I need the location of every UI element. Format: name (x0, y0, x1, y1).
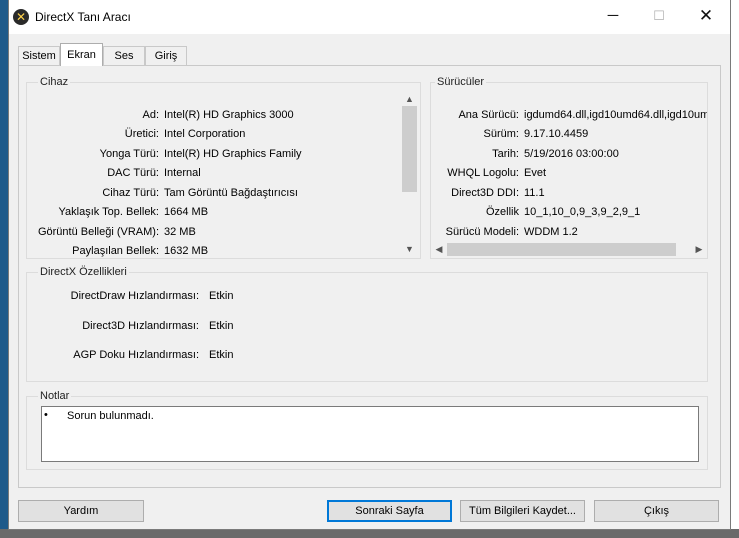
help-button[interactable]: Yardım (18, 500, 144, 522)
driver-value: igdumd64.dll,igd10umd64.dll,igd10umd (524, 109, 707, 121)
driver-label: Ana Sürücü: (458, 109, 519, 121)
device-label: Cihaz Türü: (102, 187, 159, 199)
device-label: Üretici: (124, 128, 159, 140)
feature-label: DirectDraw Hızlandırması: (70, 290, 199, 302)
scroll-left-icon[interactable]: ◀ (432, 242, 446, 257)
driver-label: Direct3D DDI: (451, 187, 519, 199)
notes-textbox[interactable]: • Sorun bulunmadı. (41, 406, 699, 462)
notes-bullet: • (44, 409, 48, 421)
exit-button[interactable]: Çıkış (594, 500, 719, 522)
desktop-background (0, 0, 8, 538)
feature-value: Etkin (209, 320, 234, 332)
tab-ses[interactable]: Ses (103, 46, 145, 65)
device-label: Ad: (142, 109, 159, 121)
features-group-title: DirectX Özellikleri (38, 266, 129, 278)
scroll-right-icon[interactable]: ▶ (692, 242, 706, 257)
driver-label: Sürücü Modeli: (445, 226, 519, 238)
window-title: DirectX Tanı Aracı (35, 10, 131, 24)
feature-label: AGP Doku Hızlandırması: (73, 349, 199, 361)
device-label: DAC Türü: (107, 167, 159, 179)
tab-sistem[interactable]: Sistem (18, 46, 60, 65)
device-value: Intel Corporation (164, 128, 246, 140)
scroll-down-icon[interactable]: ▼ (401, 242, 418, 256)
driver-label: Sürüm: (483, 128, 519, 140)
directx-icon: ✕ (13, 9, 29, 25)
device-scroll-thumb[interactable] (402, 106, 417, 192)
device-label: Yonga Türü: (99, 148, 159, 160)
driver-label: WHQL Logolu: (447, 167, 519, 179)
device-value: 32 MB (164, 226, 196, 238)
device-value: Internal (164, 167, 201, 179)
device-value: Tam Görüntü Bağdaştırıcısı (164, 187, 298, 199)
feature-value: Etkin (209, 349, 234, 361)
notes-item: Sorun bulunmadı. (67, 410, 154, 422)
driver-value: Evet (524, 167, 547, 179)
device-label: Paylaşılan Bellek: (72, 245, 159, 257)
minimize-icon[interactable]: ─ (590, 0, 636, 32)
feature-label: Direct3D Hızlandırması: (82, 320, 199, 332)
tab-giris[interactable]: Giriş (145, 46, 187, 65)
taskbar-edge (0, 529, 739, 538)
feature-value: Etkin (209, 290, 234, 302)
save-all-info-button[interactable]: Tüm Bilgileri Kaydet... (460, 500, 585, 522)
scroll-up-icon[interactable]: ▲ (401, 92, 418, 106)
driver-value: 10_1,10_0,9_3,9_2,9_1 (524, 206, 641, 218)
driver-label: Özellik (485, 206, 519, 218)
device-value: Intel(R) HD Graphics Family (164, 148, 302, 160)
maximize-icon[interactable]: ☐ (636, 0, 682, 32)
driver-value: 11.1 (524, 187, 545, 199)
driver-label: Tarih: (492, 148, 519, 160)
driver-value: 9.17.10.4459 (524, 128, 589, 140)
device-value: 1632 MB (164, 245, 209, 257)
dxdiag-window: ✕ DirectX Tanı Aracı ─ ☐ ✕ Sistem Ekran … (8, 0, 731, 530)
tab-ekran[interactable]: Ekran (60, 43, 103, 66)
device-value: Intel(R) HD Graphics 3000 (164, 109, 294, 121)
drivers-viewport: Ana Sürücü: igdumd64.dll,igd10umd64.dll,… (431, 100, 707, 242)
drivers-scroll-thumb[interactable] (447, 243, 676, 256)
driver-value: WDDM 1.2 (524, 226, 578, 238)
device-group-title: Cihaz (38, 76, 71, 88)
device-label: Görüntü Belleği (VRAM): (37, 226, 159, 238)
title-bar[interactable]: ✕ DirectX Tanı Aracı ─ ☐ ✕ (9, 0, 730, 34)
next-page-button[interactable]: Sonraki Sayfa (327, 500, 452, 522)
device-label: Yaklaşık Top. Bellek: (58, 206, 159, 218)
notes-group-title: Notlar (38, 390, 72, 402)
driver-value: 5/19/2016 03:00:00 (524, 148, 619, 160)
close-icon[interactable]: ✕ (683, 0, 729, 32)
drivers-group-title: Sürücüler (435, 76, 487, 88)
device-value: 1664 MB (164, 206, 209, 218)
